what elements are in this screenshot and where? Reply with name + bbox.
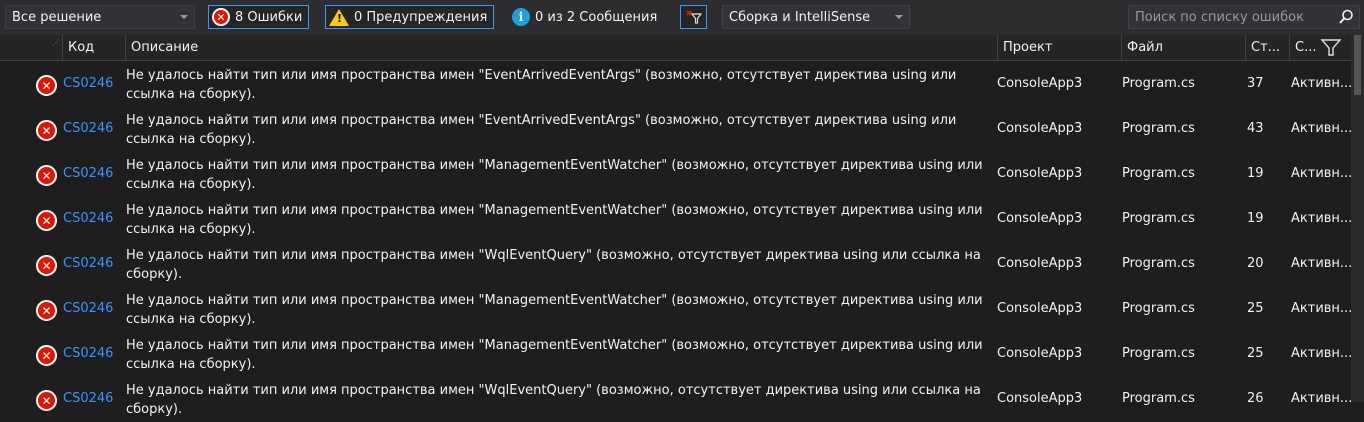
vertical-scrollbar[interactable]: [1351, 35, 1364, 402]
messages-toggle-label: 0 из 2 Сообщения: [535, 9, 658, 25]
errors-toggle-label: 8 Ошибки: [235, 9, 303, 25]
error-state: Активн...: [1291, 121, 1353, 136]
chevron-down-icon: [895, 15, 903, 19]
error-state: Активн...: [1291, 76, 1353, 91]
error-icon: ✕: [212, 8, 230, 26]
column-header-row: ⋰ Код Описание Проект Файл Ст... С...: [0, 35, 1364, 61]
search-placeholder: Поиск по списку ошибок: [1135, 9, 1304, 25]
error-code-link[interactable]: CS0246: [63, 166, 113, 181]
error-icon: ✕: [36, 120, 57, 141]
error-file: Program.cs: [1122, 391, 1195, 406]
errors-toggle-button[interactable]: ✕ 8 Ошибки: [208, 5, 310, 29]
error-file: Program.cs: [1122, 346, 1195, 361]
scrollbar-thumb[interactable]: [1354, 35, 1361, 95]
error-description: Не удалось найти тип или имя пространств…: [126, 293, 983, 327]
error-icon: ✕: [36, 345, 57, 366]
error-code-link[interactable]: CS0246: [63, 301, 113, 316]
error-description: Не удалось найти тип или имя пространств…: [126, 68, 957, 102]
error-file: Program.cs: [1122, 301, 1195, 316]
table-row[interactable]: ✕ CS0246 Не удалось найти тип или имя пр…: [0, 242, 1353, 287]
error-project: ConsoleApp3: [997, 76, 1083, 91]
error-description: Не удалось найти тип или имя пространств…: [126, 203, 983, 237]
error-line: 25: [1247, 346, 1264, 361]
error-line: 20: [1247, 256, 1264, 271]
messages-toggle-button[interactable]: i 0 из 2 Сообщения: [508, 5, 664, 29]
search-icon[interactable]: [1338, 9, 1354, 25]
error-code-link[interactable]: CS0246: [63, 391, 113, 406]
chevron-down-icon: [180, 15, 188, 19]
error-code-link[interactable]: CS0246: [63, 346, 113, 361]
error-code-link[interactable]: CS0246: [63, 256, 113, 271]
error-description: Не удалось найти тип или имя пространств…: [126, 248, 981, 282]
error-project: ConsoleApp3: [997, 346, 1083, 361]
table-row[interactable]: ✕ CS0246 Не удалось найти тип или имя пр…: [0, 287, 1353, 332]
table-row[interactable]: ✕ CS0246 Не удалось найти тип или имя пр…: [0, 377, 1353, 422]
build-filter-value: Сборка и IntelliSense: [729, 9, 871, 25]
warnings-toggle-button[interactable]: ! 0 Предупреждения: [325, 5, 495, 29]
column-header-file[interactable]: Файл: [1121, 35, 1245, 60]
column-header-state[interactable]: С...: [1289, 35, 1319, 60]
error-state: Активн...: [1291, 301, 1353, 316]
build-filter-dropdown[interactable]: Сборка и IntelliSense: [722, 5, 910, 29]
error-icon: ✕: [36, 210, 57, 231]
scope-dropdown-value: Все решение: [12, 9, 102, 25]
filter-current-document-button[interactable]: [680, 5, 707, 29]
error-file: Program.cs: [1122, 211, 1195, 226]
warnings-toggle-label: 0 Предупреждения: [354, 9, 488, 25]
error-state: Активн...: [1291, 256, 1353, 271]
error-line: 19: [1247, 211, 1264, 226]
error-list-toolbar: Все решение ✕ 8 Ошибки ! 0 Предупреждени…: [0, 0, 1364, 35]
error-line: 25: [1247, 301, 1264, 316]
error-icon: ✕: [36, 75, 57, 96]
error-icon: ✕: [36, 390, 57, 411]
error-state: Активн...: [1291, 166, 1353, 181]
error-description: Не удалось найти тип или имя пространств…: [126, 158, 983, 192]
error-project: ConsoleApp3: [997, 121, 1083, 136]
scope-dropdown[interactable]: Все решение: [5, 5, 195, 29]
error-project: ConsoleApp3: [997, 211, 1083, 226]
error-project: ConsoleApp3: [997, 301, 1083, 316]
error-file: Program.cs: [1122, 256, 1195, 271]
error-description: Не удалось найти тип или имя пространств…: [126, 113, 957, 147]
column-header-project[interactable]: Проект: [997, 35, 1121, 60]
warning-icon: !: [329, 8, 349, 26]
error-line: 26: [1247, 391, 1264, 406]
error-icon: ✕: [36, 165, 57, 186]
table-row[interactable]: ✕ CS0246 Не удалось найти тип или имя пр…: [0, 197, 1353, 242]
error-icon: ✕: [36, 255, 57, 276]
error-state: Активн...: [1291, 346, 1353, 361]
column-filter-icon[interactable]: [1320, 38, 1342, 58]
error-code-link[interactable]: CS0246: [63, 121, 113, 136]
error-project: ConsoleApp3: [997, 256, 1083, 271]
table-row[interactable]: ✕ CS0246 Не удалось найти тип или имя пр…: [0, 62, 1353, 107]
error-icon: ✕: [36, 300, 57, 321]
info-icon: i: [512, 8, 530, 26]
error-project: ConsoleApp3: [997, 166, 1083, 181]
search-input[interactable]: Поиск по списку ошибок: [1128, 5, 1360, 29]
table-row[interactable]: ✕ CS0246 Не удалось найти тип или имя пр…: [0, 107, 1353, 152]
error-project: ConsoleApp3: [997, 391, 1083, 406]
error-description: Не удалось найти тип или имя пространств…: [126, 383, 981, 417]
column-header-description[interactable]: Описание: [125, 35, 997, 60]
error-state: Активн...: [1291, 391, 1353, 406]
error-list: ✕ CS0246 Не удалось найти тип или имя пр…: [0, 62, 1353, 422]
table-row[interactable]: ✕ CS0246 Не удалось найти тип или имя пр…: [0, 332, 1353, 377]
error-file: Program.cs: [1122, 121, 1195, 136]
error-code-link[interactable]: CS0246: [63, 211, 113, 226]
column-resize-grip-icon: ⋰: [52, 38, 60, 47]
filter-funnel-icon: [685, 10, 702, 24]
error-file: Program.cs: [1122, 76, 1195, 91]
error-file: Program.cs: [1122, 166, 1195, 181]
error-state: Активн...: [1291, 211, 1353, 226]
error-line: 19: [1247, 166, 1264, 181]
table-row[interactable]: ✕ CS0246 Не удалось найти тип или имя пр…: [0, 152, 1353, 197]
error-code-link[interactable]: CS0246: [63, 76, 113, 91]
error-description: Не удалось найти тип или имя пространств…: [126, 338, 983, 372]
error-line: 43: [1247, 121, 1264, 136]
column-header-line[interactable]: Ст...: [1245, 35, 1289, 60]
column-header-code[interactable]: Код: [62, 35, 125, 60]
error-line: 37: [1247, 76, 1264, 91]
